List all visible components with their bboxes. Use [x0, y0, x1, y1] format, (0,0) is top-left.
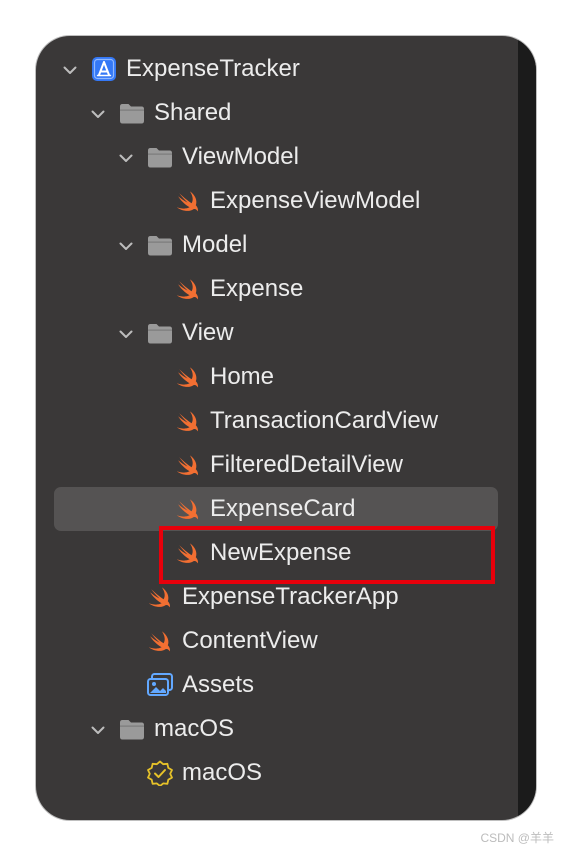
navigator-item-label: macOS: [154, 715, 235, 742]
folder-icon: [146, 232, 174, 258]
chevron-down-icon[interactable]: [90, 722, 106, 738]
navigator-item-label: TransactionCardView: [210, 407, 439, 434]
navigator-row-filtereddetailview[interactable]: FilteredDetailView: [36, 443, 518, 487]
swift-file-icon: [174, 276, 202, 302]
navigator-item-label: ExpenseViewModel: [210, 187, 421, 214]
folder-icon: [118, 100, 146, 126]
project-navigator-panel: ExpenseTracker Shared ViewModel ExpenseView…: [36, 36, 536, 820]
chevron-down-icon[interactable]: [62, 62, 78, 78]
editor-edge-strip: [518, 36, 536, 820]
navigator-row-contentview[interactable]: ContentView: [36, 619, 518, 663]
folder-icon: [146, 320, 174, 346]
navigator-item-label: Expense: [210, 275, 304, 302]
folder-icon: [118, 716, 146, 742]
navigator-item-label: Assets: [182, 671, 255, 698]
navigator-item-label: ExpenseCard: [210, 495, 356, 522]
swift-file-icon: [174, 188, 202, 214]
navigator-row-expense[interactable]: Expense: [36, 267, 518, 311]
chevron-down-icon[interactable]: [118, 326, 134, 342]
navigator-row-macos[interactable]: macOS: [36, 707, 518, 751]
navigator-item-label: View: [182, 319, 234, 346]
folder-icon: [146, 144, 174, 170]
navigator-row-view[interactable]: View: [36, 311, 518, 355]
navigator-row-macos-entitlements[interactable]: macOS: [36, 751, 518, 795]
navigator-row-viewmodel[interactable]: ViewModel: [36, 135, 518, 179]
navigator-row-expensecard[interactable]: ExpenseCard: [36, 487, 518, 531]
chevron-down-icon[interactable]: [90, 106, 106, 122]
swift-file-icon: [174, 452, 202, 478]
chevron-down-icon[interactable]: [118, 150, 134, 166]
navigator-row-expensetracker[interactable]: ExpenseTracker: [36, 47, 518, 91]
asset-catalog-icon: [146, 672, 174, 698]
navigator-row-expenseviewmodel[interactable]: ExpenseViewModel: [36, 179, 518, 223]
navigator-item-label: macOS: [182, 759, 263, 786]
entitlements-badge-icon: [146, 760, 174, 787]
swift-file-icon: [174, 496, 202, 522]
swift-file-icon: [174, 364, 202, 390]
navigator-item-label: Home: [210, 363, 275, 390]
navigator-item-label: ContentView: [182, 627, 318, 654]
chevron-down-icon[interactable]: [118, 238, 134, 254]
navigator-item-label: ExpenseTrackerApp: [182, 583, 399, 610]
navigator-item-label: ExpenseTracker: [126, 55, 300, 82]
swift-file-icon: [146, 628, 174, 654]
annotation-highlight-box: [159, 526, 495, 584]
navigator-row-assets[interactable]: Assets: [36, 663, 518, 707]
xcode-project-icon: [90, 56, 118, 82]
navigator-row-transactioncardview[interactable]: TransactionCardView: [36, 399, 518, 443]
watermark: CSDN @羊羊: [480, 831, 554, 845]
navigator-row-model[interactable]: Model: [36, 223, 518, 267]
swift-file-icon: [146, 584, 174, 610]
navigator-item-label: ViewModel: [182, 143, 299, 170]
navigator-item-label: Shared: [154, 99, 232, 126]
navigator-row-home[interactable]: Home: [36, 355, 518, 399]
navigator-row-shared[interactable]: Shared: [36, 91, 518, 135]
swift-file-icon: [174, 408, 202, 434]
navigator-item-label: FilteredDetailView: [210, 451, 403, 478]
navigator-item-label: Model: [182, 231, 248, 258]
